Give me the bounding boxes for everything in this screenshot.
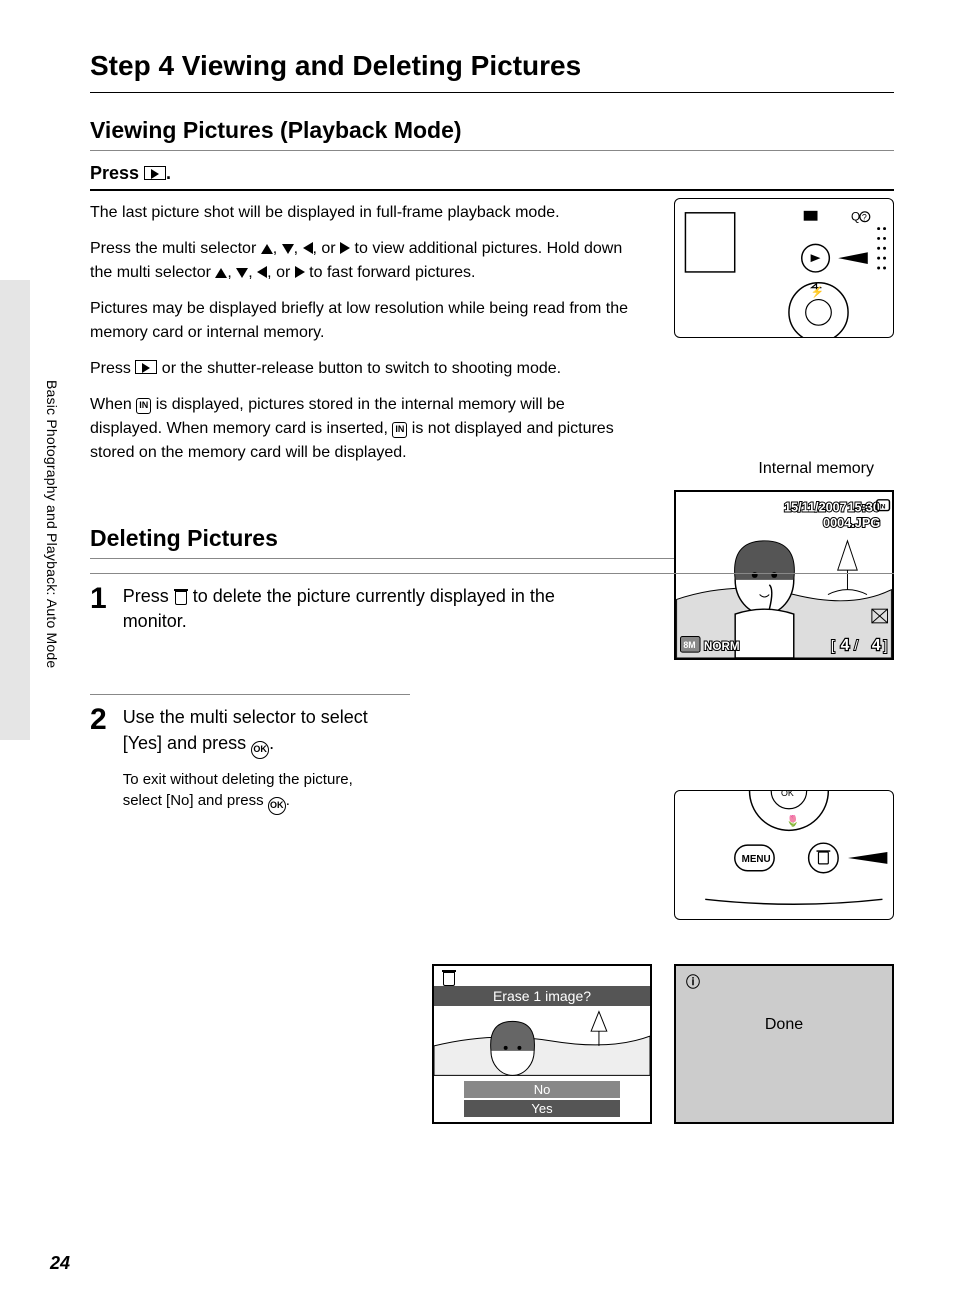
svg-text:OK: OK [781,791,794,798]
svg-text:/: / [854,638,858,653]
svg-text:🌷: 🌷 [786,814,799,827]
paragraph: Press the multi selector , , , or to vie… [90,237,630,285]
svg-text:8M: 8M [683,640,695,650]
paragraph: Pictures may be displayed briefly at low… [90,297,630,345]
internal-memory-icon: IN [136,398,151,414]
paragraph: Press or the shutter-release button to s… [90,357,630,381]
svg-text:4: 4 [841,637,850,654]
arrow-up-icon [215,268,227,278]
section-heading-viewing: Viewing Pictures (Playback Mode) [90,117,894,151]
playback-icon [135,360,157,374]
arrow-right-icon [340,242,350,254]
svg-text:]: ] [884,638,888,653]
arrow-down-icon [282,244,294,254]
arrow-right-icon [295,266,305,278]
arrow-up-icon [261,244,273,254]
side-tab [0,280,30,740]
step-number: 1 [90,584,107,634]
trash-icon [442,970,456,986]
playback-icon [144,166,166,180]
side-section-label: Basic Photography and Playback: Auto Mod… [44,380,60,668]
svg-text:?: ? [862,213,867,223]
internal-memory-label: Internal memory [758,460,874,478]
arrow-left-icon [257,266,267,278]
step-note: To exit without deleting the picture, se… [123,769,383,815]
step-number: 2 [90,705,107,814]
step-2: 2 Use the multi selector to select [Yes]… [90,694,410,814]
ok-button-icon: OK [268,797,286,815]
svg-text:IN: IN [879,504,886,511]
option-no: No [464,1081,620,1098]
arrow-down-icon [236,268,248,278]
svg-text:⚡: ⚡ [811,286,824,299]
svg-text:15:30: 15:30 [847,501,879,515]
trash-icon [174,589,188,605]
done-label: Done [676,1016,892,1034]
paragraph: When IN is displayed, pictures stored in… [90,393,630,465]
erase-prompt: Erase 1 image? [434,986,650,1006]
svg-text:NORM: NORM [704,640,740,653]
paragraph: The last picture shot will be displayed … [90,201,630,225]
svg-text:MENU: MENU [742,854,771,865]
page-title: Step 4 Viewing and Deleting Pictures [90,50,894,93]
done-screen: ⓘ Done [674,964,894,1124]
info-icon: ⓘ [686,972,700,992]
page-number: 24 [50,1253,70,1274]
internal-memory-icon: IN [392,422,407,438]
step-1: 1 Press to delete the picture currently … [90,573,894,634]
svg-text:Q: Q [851,210,860,224]
arrow-left-icon [303,242,313,254]
svg-text:[: [ [831,638,835,653]
camera-buttons-diagram: OK 🌷 MENU [674,790,894,920]
instruction-heading: Press . [90,163,894,191]
option-yes: Yes [464,1100,620,1117]
camera-back-diagram: Q ? ⚡ [674,198,894,338]
ok-button-icon: OK [251,741,269,759]
erase-confirmation-screen: Erase 1 image? No Yes [432,964,652,1124]
page-content: Step 4 Viewing and Deleting Pictures Vie… [0,0,954,1314]
svg-text:0004.JPG: 0004.JPG [823,516,880,530]
svg-text:15/11/2007: 15/11/2007 [784,501,847,515]
svg-text:4: 4 [872,637,881,654]
